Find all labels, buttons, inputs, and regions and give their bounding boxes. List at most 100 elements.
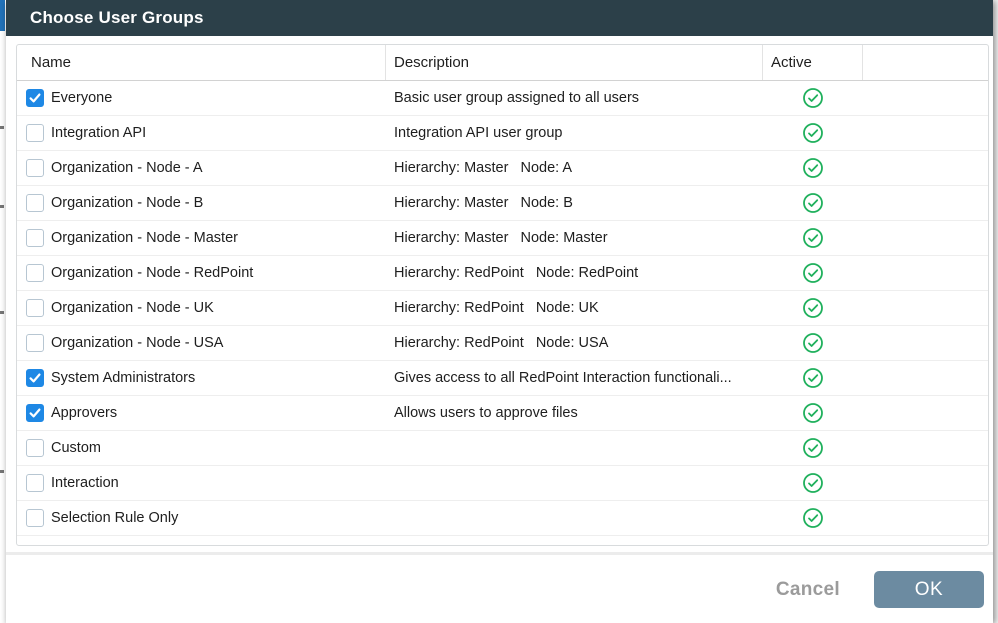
row-description — [386, 431, 763, 465]
table-row[interactable]: Everyone Basic user group assigned to al… — [17, 81, 988, 116]
row-description: Hierarchy: Master Node: Master — [386, 221, 763, 255]
row-spacer — [863, 396, 988, 430]
row-name-label: Organization - Node - RedPoint — [51, 265, 253, 281]
table-row[interactable]: System Administrators Gives access to al… — [17, 361, 988, 396]
checkmark-icon — [28, 406, 42, 420]
checkmark-icon — [28, 371, 42, 385]
row-checkbox[interactable] — [26, 229, 44, 247]
active-check-icon — [802, 122, 824, 144]
row-checkbox[interactable] — [26, 159, 44, 177]
active-check-icon — [802, 227, 824, 249]
table-row[interactable]: Organization - Node - A Hierarchy: Maste… — [17, 151, 988, 186]
row-spacer — [863, 361, 988, 395]
row-description: Allows users to approve files — [386, 396, 763, 430]
row-spacer — [863, 116, 988, 150]
table-row[interactable]: Interaction — [17, 466, 988, 501]
table-row[interactable]: Organization - Node - RedPoint Hierarchy… — [17, 256, 988, 291]
dialog-footer: Cancel OK — [6, 556, 993, 623]
active-check-icon — [802, 507, 824, 529]
row-spacer — [863, 221, 988, 255]
row-spacer — [863, 81, 988, 115]
choose-user-groups-dialog: Choose User Groups Name Description Acti… — [6, 0, 993, 623]
dialog-titlebar: Choose User Groups — [6, 0, 993, 36]
active-check-icon — [802, 437, 824, 459]
row-checkbox[interactable] — [26, 334, 44, 352]
checkmark-icon — [28, 91, 42, 105]
table-row[interactable]: Integration API Integration API user gro… — [17, 116, 988, 151]
row-spacer — [863, 186, 988, 220]
row-name-label: Organization - Node - B — [51, 195, 203, 211]
row-name-label: Custom — [51, 440, 101, 456]
row-name-label: Organization - Node - A — [51, 160, 203, 176]
row-checkbox[interactable] — [26, 194, 44, 212]
active-check-icon — [802, 87, 824, 109]
row-spacer — [863, 256, 988, 290]
row-description: Hierarchy: RedPoint Node: USA — [386, 326, 763, 360]
row-checkbox[interactable] — [26, 474, 44, 492]
row-description: Hierarchy: RedPoint Node: RedPoint — [386, 256, 763, 290]
row-description: Hierarchy: RedPoint Node: UK — [386, 291, 763, 325]
row-checkbox[interactable] — [26, 404, 44, 422]
row-name-label: System Administrators — [51, 370, 195, 386]
active-check-icon — [802, 192, 824, 214]
row-checkbox[interactable] — [26, 509, 44, 527]
table-body: Everyone Basic user group assigned to al… — [17, 81, 988, 536]
active-check-icon — [802, 297, 824, 319]
active-check-icon — [802, 332, 824, 354]
table-row[interactable]: Approvers Allows users to approve files — [17, 396, 988, 431]
active-check-icon — [802, 402, 824, 424]
row-description — [386, 466, 763, 500]
background-content-mark — [0, 205, 4, 208]
dialog-title: Choose User Groups — [30, 8, 204, 28]
background-content-mark — [0, 311, 4, 314]
row-description: Integration API user group — [386, 116, 763, 150]
row-description: Hierarchy: Master Node: A — [386, 151, 763, 185]
table-row[interactable]: Selection Rule Only — [17, 501, 988, 536]
row-name-label: Integration API — [51, 125, 146, 141]
row-spacer — [863, 326, 988, 360]
row-checkbox[interactable] — [26, 89, 44, 107]
row-name-label: Organization - Node - Master — [51, 230, 238, 246]
column-header-spacer — [863, 45, 988, 80]
table-header-row: Name Description Active — [17, 45, 988, 81]
background-content-mark — [0, 470, 4, 473]
row-name-label: Organization - Node - UK — [51, 300, 214, 316]
screen: Choose User Groups Name Description Acti… — [0, 0, 998, 623]
column-header-active[interactable]: Active — [763, 45, 863, 80]
active-check-icon — [802, 472, 824, 494]
row-checkbox[interactable] — [26, 369, 44, 387]
row-checkbox[interactable] — [26, 124, 44, 142]
row-spacer — [863, 466, 988, 500]
row-checkbox[interactable] — [26, 264, 44, 282]
table-row[interactable]: Organization - Node - Master Hierarchy: … — [17, 221, 988, 256]
row-name-label: Everyone — [51, 90, 112, 106]
ok-button[interactable]: OK — [874, 571, 984, 608]
table-row[interactable]: Custom — [17, 431, 988, 466]
active-check-icon — [802, 262, 824, 284]
cancel-button[interactable]: Cancel — [776, 579, 840, 601]
footer-divider — [6, 552, 993, 555]
column-header-description[interactable]: Description — [386, 45, 763, 80]
row-spacer — [863, 501, 988, 535]
table-row[interactable]: Organization - Node - B Hierarchy: Maste… — [17, 186, 988, 221]
row-description: Hierarchy: Master Node: B — [386, 186, 763, 220]
row-spacer — [863, 291, 988, 325]
table-row[interactable]: Organization - Node - USA Hierarchy: Red… — [17, 326, 988, 361]
row-description: Basic user group assigned to all users — [386, 81, 763, 115]
row-name-label: Approvers — [51, 405, 117, 421]
background-content-mark — [0, 126, 4, 129]
table-row[interactable]: Organization - Node - UK Hierarchy: RedP… — [17, 291, 988, 326]
row-spacer — [863, 431, 988, 465]
row-spacer — [863, 151, 988, 185]
row-name-label: Selection Rule Only — [51, 510, 178, 526]
row-checkbox[interactable] — [26, 439, 44, 457]
active-check-icon — [802, 367, 824, 389]
row-description: Gives access to all RedPoint Interaction… — [386, 361, 763, 395]
background-accent-block — [0, 0, 5, 31]
row-description — [386, 501, 763, 535]
column-header-name[interactable]: Name — [17, 45, 386, 80]
active-check-icon — [802, 157, 824, 179]
row-name-label: Interaction — [51, 475, 119, 491]
row-checkbox[interactable] — [26, 299, 44, 317]
row-name-label: Organization - Node - USA — [51, 335, 223, 351]
